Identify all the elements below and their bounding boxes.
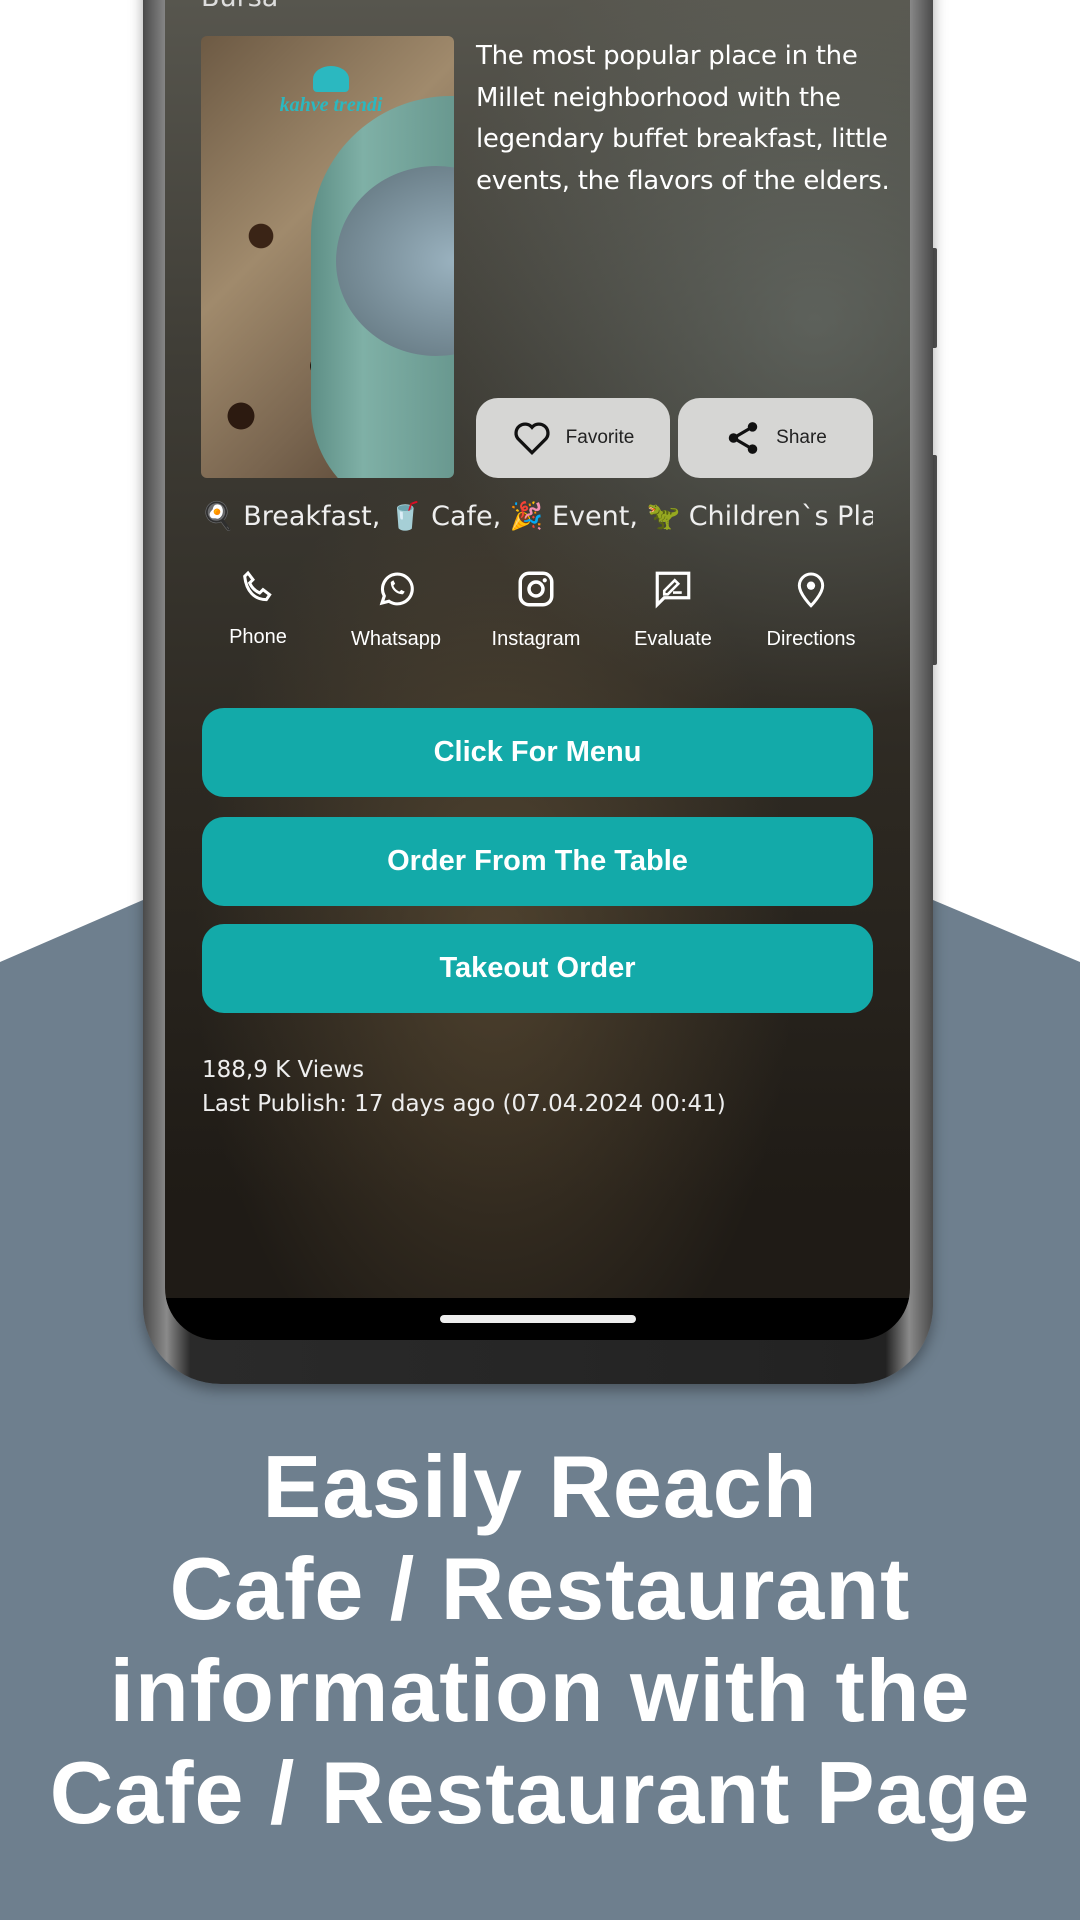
cover-image: kahve trendi (201, 36, 454, 478)
evaluate-action[interactable]: Evaluate (608, 568, 738, 651)
headline-line: Cafe / Restaurant (169, 1539, 911, 1638)
share-icon (728, 422, 758, 454)
views-count: 188,9 K Views (202, 1057, 365, 1083)
whatsapp-icon (379, 572, 414, 606)
place-description: The most popular place in the Millet nei… (476, 41, 890, 196)
category-list: 🍳 Breakfast, 🥤 Cafe, 🎉 Event, 🦖 Children… (201, 501, 873, 532)
last-publish: Last Publish: 17 days ago (07.04.2024 00… (202, 1091, 726, 1117)
logo-mark-icon (313, 66, 349, 92)
directions-action[interactable]: Directions (746, 568, 876, 651)
order-from-table-button[interactable]: Order From The Table (202, 817, 873, 906)
location-pin-icon (797, 572, 825, 608)
share-button[interactable]: Share (678, 398, 873, 478)
headline-line: information with the (109, 1641, 971, 1740)
evaluate-icon (655, 571, 691, 609)
evaluate-label: Evaluate (634, 628, 712, 650)
headline-line: Easily Reach (262, 1437, 818, 1536)
place-meta: 188,9 K Views Last Publish: 17 days ago … (202, 1053, 726, 1121)
favorite-button[interactable]: Favorite (476, 398, 670, 478)
whatsapp-label: Whatsapp (350, 628, 442, 650)
instagram-icon (518, 571, 554, 607)
phone-icon (243, 570, 272, 602)
favorite-label: Favorite (565, 427, 635, 448)
city-label: Bursa (201, 0, 278, 13)
share-label: Share (776, 427, 827, 448)
instagram-label: Instagram (491, 628, 581, 650)
logo-text: kahve trendi (279, 94, 383, 116)
logo: kahve trendi (261, 66, 401, 117)
takeout-order-button[interactable]: Takeout Order (202, 924, 873, 1013)
headline-line: Cafe / Restaurant Page (49, 1743, 1031, 1842)
heart-icon (514, 422, 550, 456)
home-gesture-handle[interactable] (440, 1315, 636, 1323)
instagram-action[interactable]: Instagram (471, 568, 601, 651)
whatsapp-action[interactable]: Whatsapp (331, 568, 461, 651)
phone-label: Phone (229, 626, 287, 648)
phone-screen: Bursa kahve trendi The most popular plac… (165, 0, 910, 1340)
click-for-menu-button[interactable]: Click For Menu (202, 708, 873, 797)
directions-label: Directions (766, 628, 856, 650)
phone-action[interactable]: Phone (193, 568, 323, 649)
promo-headline: Easily Reach Cafe / Restaurant informati… (0, 1436, 1080, 1844)
